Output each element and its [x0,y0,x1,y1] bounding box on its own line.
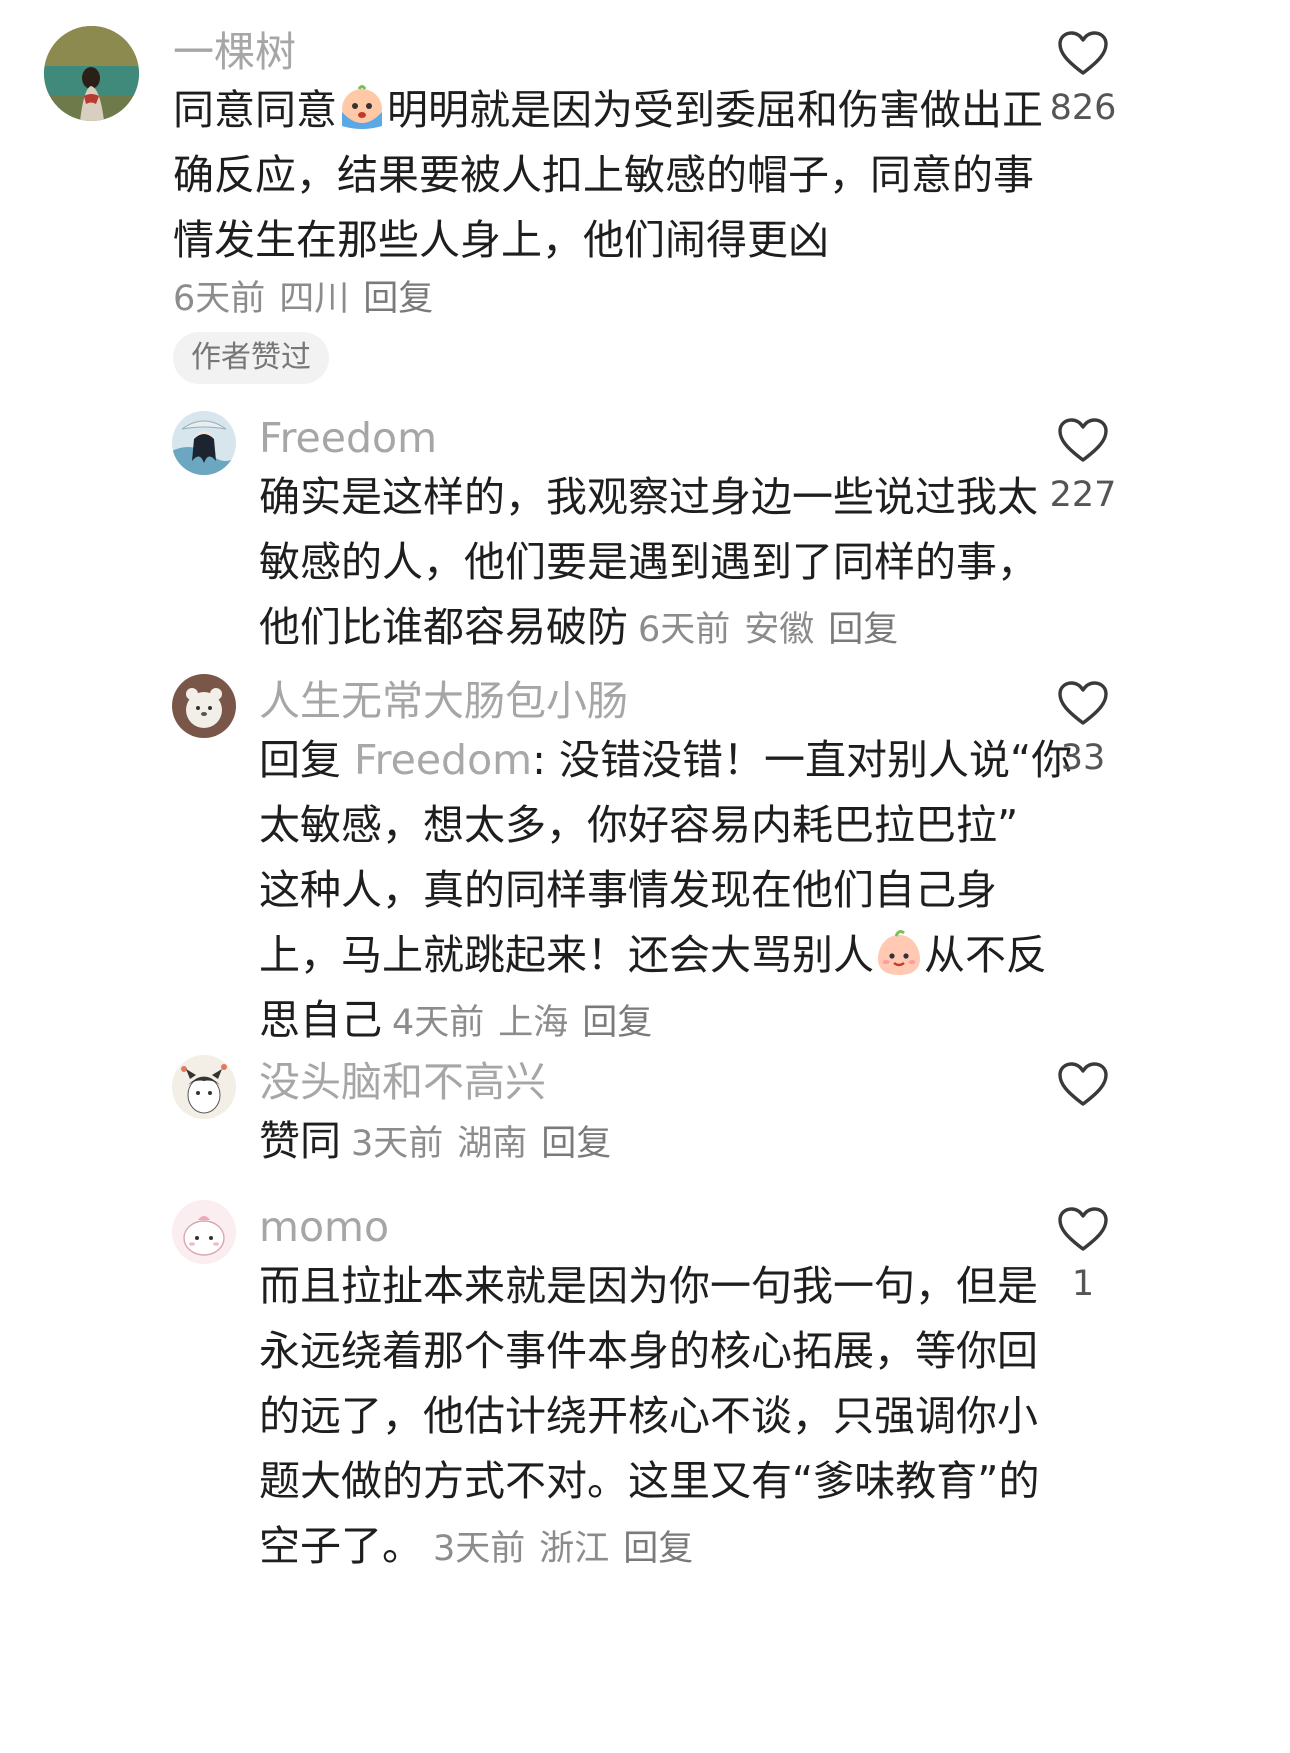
avatar-yikeshu[interactable] [44,26,139,121]
heart-outline-icon [1058,31,1108,75]
comment-line: 而且拉扯本来就是因为你一句我一句，但是 [259,1262,1038,1310]
comment-text: 同意同意 明明就是因为受到委屈和伤害做出正 确反应，结果要被人扣上敏感的帽子，同意… [173,78,1043,273]
comment-text: 赞同 3天前 湖南 回复 [259,1109,625,1174]
comment-username[interactable]: 人生无常大肠包小肠 [259,681,628,722]
like-button[interactable]: 227 [1013,417,1153,515]
comment-username[interactable]: 没头脑和不高兴 [259,1062,546,1103]
comment-meta: 3天前 湖南 回复 [351,1124,625,1164]
heart-outline-icon [1058,418,1108,462]
comment-text-segment: 没错没错！一直对别人说“你 [558,736,1073,784]
smiling-peach-emoji [874,927,924,977]
comment-line: 情发生在那些人身上，他们闹得更凶 [173,216,829,264]
reply-button[interactable]: 回复 [363,279,433,319]
comment-time: 6天前 [173,279,266,319]
comment-line: 这种人，真的同样事情发现在他们自己身 [259,866,997,914]
comment-meta: 3天前 浙江 回复 [433,1529,707,1569]
comment-location: 上海 [498,1003,569,1043]
comment-line: 思自己 4天前 上海 回复 [259,988,1072,1053]
reply-to-username[interactable]: Freedom [354,736,532,784]
comment-location: 湖南 [457,1124,528,1164]
heart-outline-icon [1058,1062,1108,1106]
comment-time: 3天前 [433,1529,526,1569]
like-button[interactable]: 826 [1013,30,1153,128]
comment-line: 太敏感，想太多，你好容易内耗巴拉巴拉” [259,801,1019,849]
comment-line: 永远绕着那个事件本身的核心拓展，等你回 [259,1327,1038,1375]
reply-button[interactable]: 回复 [623,1529,693,1569]
comment-time: 4天前 [392,1003,485,1043]
comment-line: 空子了。 3天前 浙江 回复 [259,1514,1039,1579]
heart-outline-icon [1058,681,1108,725]
crying-face-emoji [337,82,387,132]
like-button[interactable]: 1 [1013,1206,1153,1304]
reply-button[interactable]: 回复 [828,610,898,650]
comment-text-segment: 上，马上就跳起来！还会大骂别人 [259,931,874,979]
comment-line: 确实是这样的，我观察过身边一些说过我太 [259,473,1038,521]
comment-meta: 4天前 上海 回复 [392,1003,666,1043]
comment-location: 四川 [279,279,350,319]
comment-username[interactable]: 一棵树 [173,32,296,73]
comment-line: 他们比谁都容易破防 6天前 安徽 回复 [259,595,1038,660]
like-count: 33 [1060,738,1106,778]
like-count: 227 [1049,475,1117,515]
comment-location: 安徽 [744,610,815,650]
comment-line: 确反应，结果要被人扣上敏感的帽子，同意的事 [173,151,1034,199]
comment-text-segment: 同意同意 [173,86,337,134]
comment-time: 6天前 [638,610,731,650]
avatar-image [172,1200,236,1264]
avatar-image [172,1055,236,1119]
comment-username[interactable]: momo [259,1207,389,1248]
comment-line: 题大做的方式不对。这里又有“爹味教育”的 [259,1457,1040,1505]
like-button[interactable] [1013,1061,1153,1119]
comment-text-segment: 空子了。 [259,1522,423,1570]
heart-outline-icon [1058,1207,1108,1251]
comment-text-segment: 他们比谁都容易破防 [259,603,628,651]
avatar-rensheng[interactable] [172,674,236,738]
comment-text: 而且拉扯本来就是因为你一句我一句，但是 永远绕着那个事件本身的核心拓展，等你回 … [259,1254,1039,1579]
comment-text-segment: 思自己 [259,996,382,1044]
comment-text-segment: 从不反 [924,931,1047,979]
comment-line: 敏感的人，他们要是遇到遇到了同样的事， [259,538,1038,586]
comment-text: 回复 Freedom: 没错没错！一直对别人说“你 太敏感，想太多，你好容易内耗… [259,728,1072,1053]
avatar-meitounao[interactable] [172,1055,236,1119]
like-count: 1 [1071,1264,1095,1304]
comment-username[interactable]: Freedom [259,418,437,459]
like-count: 826 [1049,88,1117,128]
reply-button[interactable]: 回复 [582,1003,652,1043]
comment-line: 同意同意 明明就是因为受到委屈和伤害做出正 [173,78,1043,143]
comment-line: 赞同 3天前 湖南 回复 [259,1109,625,1174]
comment-line: 的远了，他估计绕开核心不谈，只强调你小 [259,1392,1038,1440]
avatar-momo[interactable] [172,1200,236,1264]
comment-text-segment: 明明就是因为受到委屈和伤害做出正 [387,86,1043,134]
avatar-image [172,411,236,475]
reply-button[interactable]: 回复 [541,1124,611,1164]
avatar-freedom[interactable] [172,411,236,475]
comment-meta: 6天前 四川 回复 [173,270,447,321]
comment-line: 上，马上就跳起来！还会大骂别人 从不反 [259,923,1072,988]
reply-prefix: 回复 [259,736,341,784]
author-liked-badge: 作者赞过 [173,332,329,384]
comment-meta: 6天前 安徽 回复 [638,610,912,650]
comment-location: 浙江 [539,1529,610,1569]
comment-time: 3天前 [351,1124,444,1164]
like-button[interactable]: 33 [1013,680,1153,778]
avatar-image [172,674,236,738]
comment-text: 确实是这样的，我观察过身边一些说过我太 敏感的人，他们要是遇到遇到了同样的事， … [259,465,1038,660]
comment-text-segment: 赞同 [259,1117,341,1165]
avatar-image [44,26,139,121]
comment-line: 回复 Freedom: 没错没错！一直对别人说“你 [259,736,1073,784]
